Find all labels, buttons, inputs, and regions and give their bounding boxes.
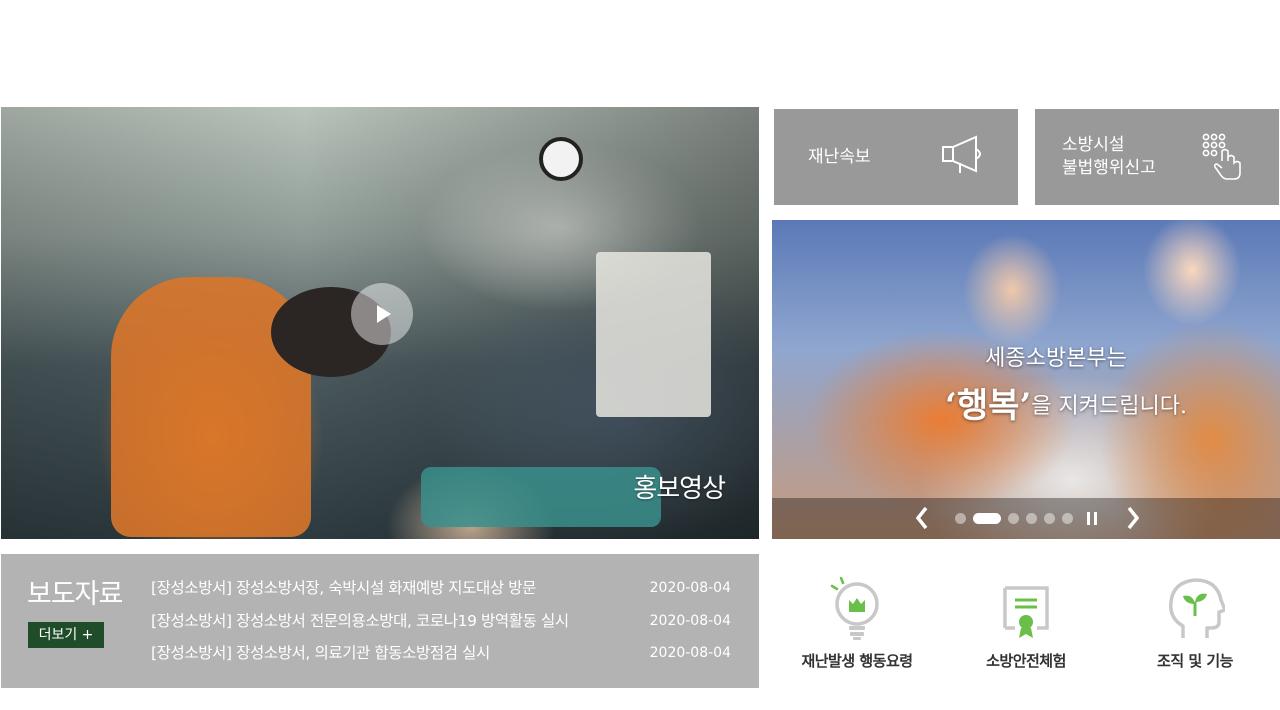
banner-line1: 세종소방본부는 <box>985 346 1127 371</box>
banner-pager <box>955 513 1073 524</box>
quick-links: 재난발생 행동요령 소방안전체험 조직 및 기능 <box>772 560 1280 690</box>
play-button[interactable] <box>351 283 413 345</box>
keypad-hand-icon <box>1202 133 1241 180</box>
press-release-box: 보도자료 더보기 + [장성소방서] 장성소방서장, 숙박시설 화재예방 지도대… <box>1 554 759 688</box>
disaster-news-label: 재난속보 <box>808 146 871 167</box>
fire-facility-report-label: 소방시설 불법행위신고 <box>1062 135 1156 178</box>
disaster-guide-link[interactable]: 재난발생 행동요령 <box>772 560 942 690</box>
fire-facility-report-button[interactable]: 소방시설 불법행위신고 <box>1035 109 1279 205</box>
banner-dot-2[interactable] <box>973 513 1001 524</box>
banner-line2: ‘행복’을 지켜드립니다. <box>772 378 1280 427</box>
safety-experience-label: 소방안전체험 <box>986 652 1066 670</box>
main-banner[interactable]: 세종소방본부는 ‘행복’을 지켜드립니다. <box>772 220 1280 539</box>
organization-link[interactable]: 조직 및 기능 <box>1110 560 1280 690</box>
disaster-guide-label: 재난발생 행동요령 <box>801 652 913 670</box>
banner-dot-3[interactable] <box>1008 513 1019 524</box>
safety-experience-link[interactable]: 소방안전체험 <box>941 560 1111 690</box>
banner-dot-4[interactable] <box>1026 513 1037 524</box>
press-title: 보도자료 <box>27 579 123 610</box>
press-item-title[interactable]: [장성소방서] 장성소방서장, 숙박시설 화재예방 지도대상 방문 <box>151 572 536 604</box>
certificate-icon <box>1003 586 1049 638</box>
lightbulb-icon <box>830 576 879 640</box>
list-item[interactable]: [장성소방서] 장성소방서 전문의용소방대, 코로나19 방역활동 실시 202… <box>151 605 731 638</box>
press-item-title[interactable]: [장성소방서] 장성소방서, 의료기관 합동소방점검 실시 <box>151 637 490 669</box>
banner-next-button[interactable] <box>1126 506 1140 536</box>
banner-controls <box>772 498 1280 539</box>
banner-dot-6[interactable] <box>1062 513 1073 524</box>
disaster-news-button[interactable]: 재난속보 <box>774 109 1018 205</box>
pause-icon[interactable] <box>1087 512 1099 525</box>
megaphone-icon <box>942 135 981 173</box>
list-item[interactable]: [장성소방서] 장성소방서, 의료기관 합동소방점검 실시 2020-08-04 <box>151 637 731 670</box>
banner-dot-5[interactable] <box>1044 513 1055 524</box>
more-button[interactable]: 더보기 + <box>28 622 104 648</box>
chevron-right-icon <box>1127 506 1140 530</box>
chevron-left-icon <box>915 506 928 530</box>
list-item[interactable]: [장성소방서] 장성소방서장, 숙박시설 화재예방 지도대상 방문 2020-0… <box>151 572 731 605</box>
organization-label: 조직 및 기능 <box>1157 652 1233 670</box>
video-scene-gauge <box>539 137 583 181</box>
banner-dot-1[interactable] <box>955 513 966 524</box>
video-caption: 홍보영상 <box>633 474 726 504</box>
press-item-title[interactable]: [장성소방서] 장성소방서 전문의용소방대, 코로나19 방역활동 실시 <box>151 605 569 637</box>
banner-prev-button[interactable] <box>915 506 929 536</box>
banner-line2-rest: 을 지켜드립니다. <box>1031 394 1187 419</box>
play-icon <box>377 305 391 323</box>
press-item-date: 2020-08-04 <box>649 612 731 629</box>
promo-video[interactable]: 홍보영상 <box>1 107 759 539</box>
video-scene-monitor <box>596 252 711 417</box>
banner-slogan: 세종소방본부는 ‘행복’을 지켜드립니다. <box>772 340 1280 427</box>
page: 홍보영상 재난속보 소방시설 불법행위신고 세종소방본부는 ‘행복’을 지켜드립… <box>0 0 1280 710</box>
head-sprout-icon <box>1169 578 1225 638</box>
press-item-date: 2020-08-04 <box>649 645 731 661</box>
press-list: [장성소방서] 장성소방서장, 숙박시설 화재예방 지도대상 방문 2020-0… <box>151 572 731 670</box>
video-scene-stretcher <box>421 467 661 527</box>
banner-emphasis: ‘행복’ <box>945 386 1032 426</box>
press-item-date: 2020-08-04 <box>649 580 731 596</box>
